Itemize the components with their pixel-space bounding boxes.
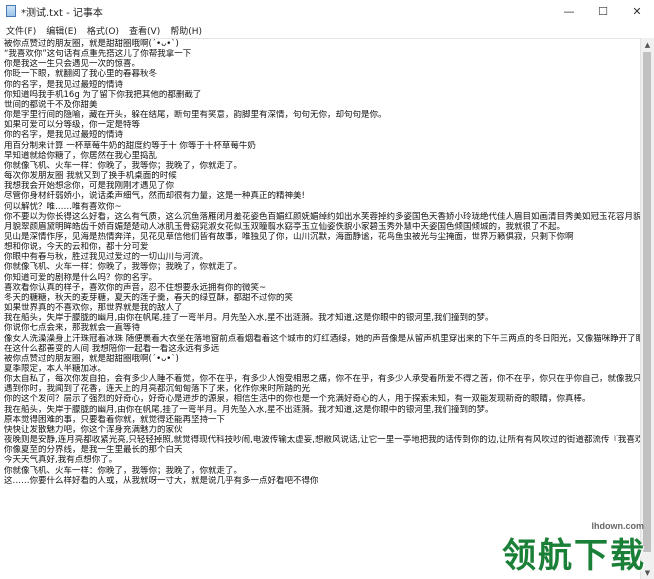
text-line: 原本觉得困难的事，只要看着你就，就觉得还能再坚持一下 <box>4 414 226 425</box>
menu-edit[interactable]: 编辑(E) <box>41 24 82 37</box>
text-line: 每次你发朋友圈 我就又到了换手机桌面的时候 <box>4 171 177 182</box>
menu-format[interactable]: 格式(O) <box>82 24 124 37</box>
watermark-logo: lhdown.com 领航下载 <box>498 521 648 577</box>
menu-view[interactable]: 查看(V) <box>124 24 165 37</box>
menu-bar: 文件(F) 编辑(E) 格式(O) 查看(V) 帮助(H) <box>0 22 654 38</box>
text-line: “我喜欢你”这句话有点重先搭这儿了你帮我拿一下 <box>4 49 192 60</box>
text-line: 尽管你身材纤弱娇小，说话柔声细气，然而却很有力量，这是一种真正的精神美! <box>4 191 305 202</box>
text-line: 你眨一下眼，就翻阅了我心里的春暮秋冬 <box>4 69 158 80</box>
text-line: 用百分制来计算 一杯草莓牛奶的甜度约等于十 你等于十杯草莓牛奶 <box>4 140 256 151</box>
text-line: 你是字里行间的隐喻，藏在开头，躲在结尾，断句里有笑意，韵脚里有深情，句句无你，却… <box>4 110 387 121</box>
text-line: 我在船头，失岸于朦胧的幽月,由你在帆尾,挂了一弯半月。月先坠入水,星不出涟漪。我… <box>4 313 494 324</box>
text-line: 你不要以为你长得这么好看，这么有气质，这么沉鱼落雁闭月羞花姿色百媚红颜妩媚绰约如… <box>4 211 640 222</box>
text-line: 你的名字，是我见过最短的情诗 <box>4 79 124 90</box>
text-line: 你就像飞机、火车一样：你晚了，我等你；我晚了，你就走了。 <box>4 465 243 476</box>
vertical-scrollbar[interactable]: ▲ ▼ <box>640 38 654 579</box>
text-line: 你是我这一生只会遇见一次的惊喜。 <box>4 59 141 70</box>
text-line: 你像夏至的分界线，是我一生里最长的那个白天 <box>4 445 183 456</box>
text-line: 像女人洗澡澡身上汗珠冠着冰珠 随便裹着大衣坐在落地窗前点着烟看着这个城市的灯红酒… <box>4 333 640 344</box>
text-line: 见山是深情作序，见海是热情奔洋，见花见草信他们皆有故事，唯独见了你，山川沉默，海… <box>4 231 574 242</box>
text-line: 夜晚则是安静,连月亮都收紧光亮,只轻轻掉照,就觉得现代科技吵闹,电波传输太虚妄,… <box>4 435 640 446</box>
text-line: 被你点赞过的朋友圈，就是甜甜圈哦啊(´•ᴗ•`) <box>4 39 179 49</box>
scroll-up-arrow-icon[interactable]: ▲ <box>641 38 654 51</box>
text-line: 你说你七点会来，那我就会一直等待 <box>4 323 141 334</box>
text-line: 何以解忧？唯……唯有喜欢你~ <box>4 201 122 212</box>
text-line: 这……你要什么样好看的人或，从我就呀一寸大，就是说几乎有多一点好看吧不得你 <box>4 475 319 486</box>
text-line: 如果世界真的不喜欢你，那世界就是我的敌人了 <box>4 303 183 314</box>
text-line: 我在船头，失岸于朦胧的幽月,由你在帆尾,挂了一弯半月。月先坠入水,星不出涟漪。我… <box>4 404 494 415</box>
text-line: 喜欢看你认真的样子，喜欢你的声音，忍不住想要永远拥有你的微笑~ <box>4 282 267 293</box>
text-line: 夏季限定，本人半糖加冰。 <box>4 364 107 374</box>
minimize-button[interactable]: — <box>552 0 586 22</box>
text-line: 如果可爱可以分等级，你一定是特等 <box>4 120 141 131</box>
text-line: 你知道吗我手机16g 为了留下你我把其他的都删截了 <box>4 89 202 100</box>
notepad-icon <box>6 5 16 17</box>
text-editor[interactable]: 被你点赞过的朋友圈，就是甜甜圈哦啊(´•ᴗ•`) “我喜欢你”这句话有点重先搭这儿… <box>2 38 640 579</box>
text-line: 冬天的糖糖，秋天的麦芽糖，夏天的莲子羹，春天的绿豆酥，都甜不过你的笑 <box>4 292 294 303</box>
window-title: *测试.txt - 记事本 <box>21 7 103 19</box>
text-line: 你太自私了，每次你发自拍，会有多少人睡不着觉，你不在乎，有多少人饱受相思之痛，你… <box>4 374 640 385</box>
text-line: 早知道就给你糖了，你居然在我心里捣乱 <box>4 150 158 161</box>
watermark-brand: 领航下载 <box>502 536 646 576</box>
text-line: 你知道可爱的剧称是什么吗？你的名字。 <box>4 272 158 283</box>
text-line: 月貌翠颜眉黛明眸皓齿千娇百媚楚楚动人冰肌玉骨窈窕淑女花似玉双瞳翦水窈亭玉立仙姿佚… <box>4 221 566 232</box>
text-line: 你就像飞机、火车一样：你晚了，我等你；我晚了，你就走了。 <box>4 262 243 273</box>
text-line: 你就像飞机、火车一样：你晚了，我等你；我晚了，你就走了。 <box>4 160 243 171</box>
menu-help[interactable]: 帮助(H) <box>165 24 207 37</box>
text-line: 想和你说，今天的云和你，都十分可爱 <box>4 242 149 253</box>
window-controls: — ☐ ✕ <box>552 0 654 22</box>
maximize-button[interactable]: ☐ <box>586 0 620 22</box>
text-line: 在这什么都善变的人间 我想陪你一起看一看这永远有多远 <box>4 343 220 354</box>
text-line: 你的名字，是我见过最短的情诗 <box>4 130 124 141</box>
text-line: 今天天气真好,我有点想你了。 <box>4 455 118 466</box>
menu-file[interactable]: 文件(F) <box>0 24 41 37</box>
close-button[interactable]: ✕ <box>620 0 654 22</box>
scrollbar-thumb[interactable] <box>643 52 651 552</box>
text-line: 世间的都说千不及你甜美 <box>4 99 98 110</box>
text-line: 你的这个发问？层示了强烈的好奇心，好奇心是进步的源泉，相信生活中的你也是一个充满… <box>4 394 591 405</box>
title-bar: *测试.txt - 记事本 — ☐ ✕ <box>0 0 654 22</box>
text-line: 快快让发散魅力吧，你这个浑身充满魅力的家伙 <box>4 424 183 435</box>
text-line: 我想我会开始想念你，可是我刚刚才遇见了你 <box>4 181 175 192</box>
text-line: 遇到你时，我闻到了花香，连天上的月亮都沉甸甸落下了来，化作你来时所踏的光 <box>4 384 311 395</box>
text-line: 被你点赞过的朋友圈，就是甜甜圈哦啊(´•ᴗ•`) <box>4 353 179 364</box>
text-line: 你眼中有春与秋，胜过我见过爱过的一切山川与河流。 <box>4 252 209 263</box>
